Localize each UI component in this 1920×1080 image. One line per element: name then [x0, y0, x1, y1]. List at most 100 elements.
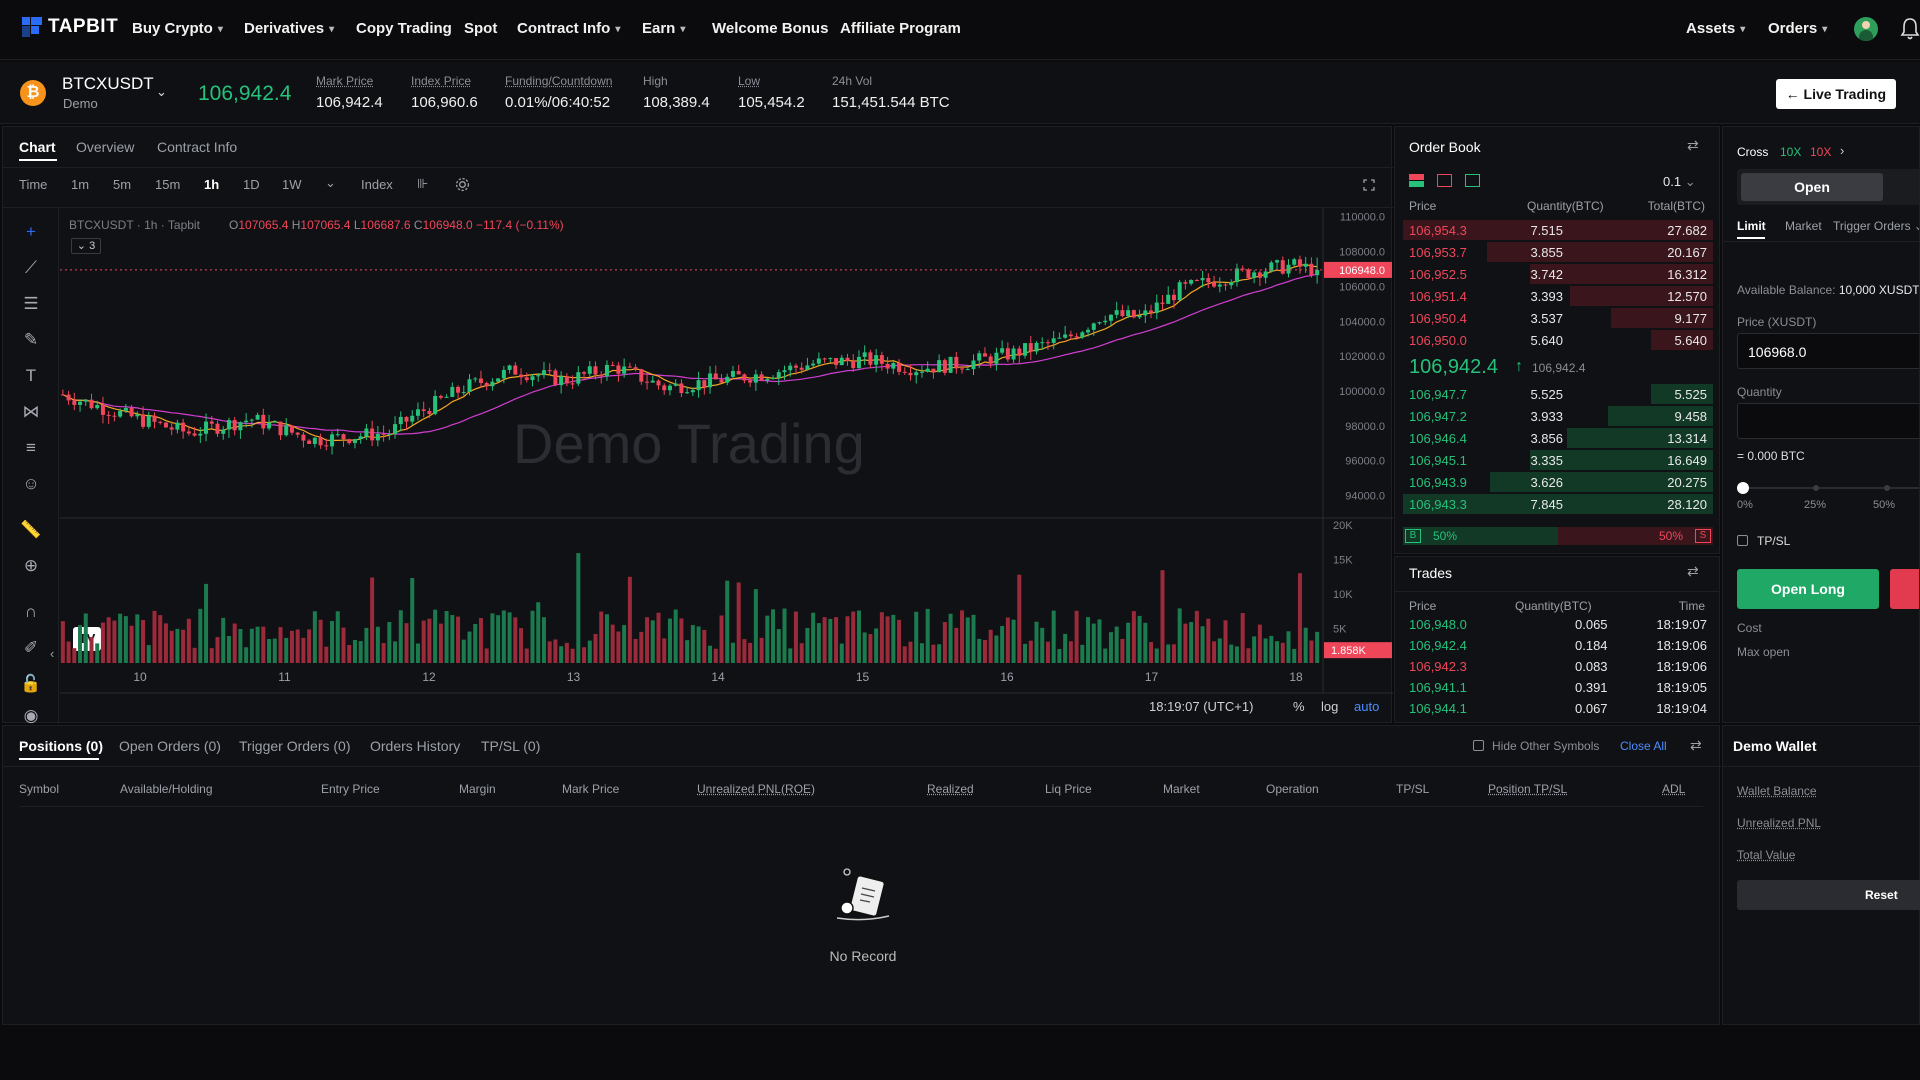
candle-body [146, 415, 151, 427]
close-all-button[interactable]: Close All [1620, 739, 1667, 753]
precision-select[interactable]: 0.1 ⌄ [1663, 174, 1696, 190]
fib-icon[interactable]: ≡ [19, 436, 43, 460]
interval-15m[interactable]: 15m [155, 177, 180, 192]
text-tool-icon[interactable]: T [19, 364, 43, 388]
tab-chart[interactable]: Chart [19, 139, 56, 155]
bid-row[interactable]: 106,943.9 3.626 20.275 [1403, 471, 1713, 493]
lock-icon[interactable]: 🔓 [19, 672, 43, 696]
book-both-sides-icon[interactable] [1409, 174, 1424, 187]
ruler-icon[interactable]: 📏 [19, 518, 43, 542]
ask-row[interactable]: 106,952.5 3.742 16.312 [1403, 263, 1713, 285]
symbol-name[interactable]: BTCXUSDT [62, 74, 154, 94]
column-header: Liq Price [1045, 782, 1092, 796]
hide-other-symbols-checkbox[interactable] [1473, 740, 1484, 751]
open-tab-button[interactable]: Open [1741, 173, 1883, 201]
interval-1m[interactable]: 1m [71, 177, 89, 192]
tab-orders-history[interactable]: Orders History [370, 738, 460, 754]
ask-qty: 3.537 [1530, 311, 1563, 326]
order-type-limit[interactable]: Limit [1737, 219, 1766, 233]
nav-orders[interactable]: Orders ▾ [1768, 20, 1827, 37]
reset-button[interactable]: Reset [1737, 880, 1920, 910]
trendline-icon[interactable]: ⟋ [19, 256, 43, 280]
orderbook-settings-icon[interactable]: ⇄ [1687, 137, 1699, 154]
bell-icon[interactable] [1900, 17, 1920, 41]
candle-type-icon[interactable]: ⊪ [417, 176, 428, 192]
settings-gear-icon[interactable] [455, 177, 470, 192]
more-intervals-chevron-icon[interactable]: ⌄ [325, 175, 336, 191]
interval-1w[interactable]: 1W [282, 177, 302, 192]
live-trading-button[interactable]: ← Live Trading [1775, 79, 1896, 109]
order-type-market[interactable]: Market [1785, 219, 1822, 233]
quantity-slider-track[interactable] [1743, 487, 1919, 489]
nav-assets[interactable]: Assets ▾ [1686, 20, 1745, 37]
nav-contract-info[interactable]: Contract Info ▾ [517, 20, 620, 37]
positions-settings-icon[interactable]: ⇄ [1690, 737, 1702, 754]
pattern-icon[interactable]: ⋈ [19, 400, 43, 424]
volume-bar [352, 639, 357, 663]
ask-row[interactable]: 106,954.3 7.515 27.682 [1403, 219, 1713, 241]
nav-derivatives[interactable]: Derivatives ▾ [244, 20, 334, 37]
fullscreen-icon[interactable] [1363, 179, 1375, 191]
trade-row: 106,948.0 0.065 18:19:07 [1395, 617, 1719, 638]
open-short-button[interactable] [1890, 569, 1919, 609]
quantity-slider-handle[interactable] [1737, 482, 1749, 494]
symbol-chevron-down-icon[interactable]: ⌄ [156, 84, 167, 100]
lock-drawing-icon[interactable]: ✐ [19, 636, 43, 660]
tab-open-orders[interactable]: Open Orders (0) [119, 738, 221, 754]
horizontal-lines-icon[interactable]: ☰ [19, 292, 43, 316]
chevron-right-icon[interactable]: › [1840, 143, 1844, 158]
tab-contract-info[interactable]: Contract Info [157, 139, 237, 155]
zoom-in-icon[interactable]: ⊕ [19, 554, 43, 578]
indicators-toggle[interactable]: ⌄ 3 [71, 238, 101, 254]
log-scale-toggle[interactable]: log [1321, 699, 1338, 714]
bid-row[interactable]: 106,943.3 7.845 28.120 [1403, 493, 1713, 515]
brush-icon[interactable]: ✎ [19, 328, 43, 352]
avatar[interactable] [1854, 17, 1878, 41]
ask-row[interactable]: 106,950.4 3.537 9.177 [1403, 307, 1713, 329]
tab-trigger-orders[interactable]: Trigger Orders (0) [239, 738, 351, 754]
bid-row[interactable]: 106,947.7 5.525 5.525 [1403, 383, 1713, 405]
leverage-short[interactable]: 10X [1810, 145, 1831, 159]
crosshair-icon[interactable]: + [19, 220, 43, 244]
index-toggle[interactable]: Index [361, 177, 393, 192]
emoji-icon[interactable]: ☺ [19, 472, 43, 496]
open-long-button[interactable]: Open Long [1737, 569, 1879, 609]
bid-price: 106,947.7 [1409, 387, 1467, 402]
bid-row[interactable]: 106,945.1 3.335 16.649 [1403, 449, 1713, 471]
interval-1h[interactable]: 1h [204, 177, 219, 192]
interval-time[interactable]: Time [19, 177, 47, 192]
book-asks-icon[interactable] [1437, 174, 1452, 187]
nav-buy-crypto[interactable]: Buy Crypto ▾ [132, 20, 223, 37]
tpsl-checkbox[interactable] [1737, 535, 1748, 546]
trades-settings-icon[interactable]: ⇄ [1687, 563, 1699, 580]
ask-row[interactable]: 106,951.4 3.393 12.570 [1403, 285, 1713, 307]
order-type-trigger[interactable]: Trigger Orders ⌄ [1833, 219, 1919, 233]
leverage-long[interactable]: 10X [1780, 145, 1801, 159]
nav-spot[interactable]: Spot [464, 20, 497, 37]
auto-scale-toggle[interactable]: auto [1354, 699, 1379, 714]
interval-5m[interactable]: 5m [113, 177, 131, 192]
bid-row[interactable]: 106,947.2 3.933 9.458 [1403, 405, 1713, 427]
interval-1d[interactable]: 1D [243, 177, 260, 192]
bid-row[interactable]: 106,946.4 3.856 13.314 [1403, 427, 1713, 449]
price-input[interactable]: 106968.0 [1737, 333, 1919, 369]
magnet-icon[interactable]: ∩ [19, 600, 43, 624]
nav-earn[interactable]: Earn ▾ [642, 20, 685, 37]
ask-row[interactable]: 106,950.0 5.640 5.640 [1403, 329, 1713, 351]
tab-positions[interactable]: Positions (0) [19, 738, 103, 754]
ask-row[interactable]: 106,953.7 3.855 20.167 [1403, 241, 1713, 263]
percent-scale-toggle[interactable]: % [1293, 699, 1305, 714]
volume-bar [123, 616, 128, 663]
collapse-toolbar-icon[interactable]: ‹ [50, 646, 54, 661]
tab-tpsl[interactable]: TP/SL (0) [481, 738, 540, 754]
nav-copy-trading[interactable]: Copy Trading [356, 20, 452, 37]
margin-mode[interactable]: Cross [1737, 145, 1768, 159]
tab-overview[interactable]: Overview [76, 139, 134, 155]
nav-affiliate-program[interactable]: Affiliate Program [840, 20, 961, 37]
eye-icon[interactable]: ◉ [19, 704, 43, 724]
brand-logo[interactable]: TAPBIT [22, 16, 118, 38]
nav-welcome-bonus[interactable]: Welcome Bonus [712, 20, 828, 37]
book-bids-icon[interactable] [1465, 174, 1480, 187]
quantity-input[interactable] [1737, 403, 1919, 439]
candle-body [685, 392, 690, 394]
